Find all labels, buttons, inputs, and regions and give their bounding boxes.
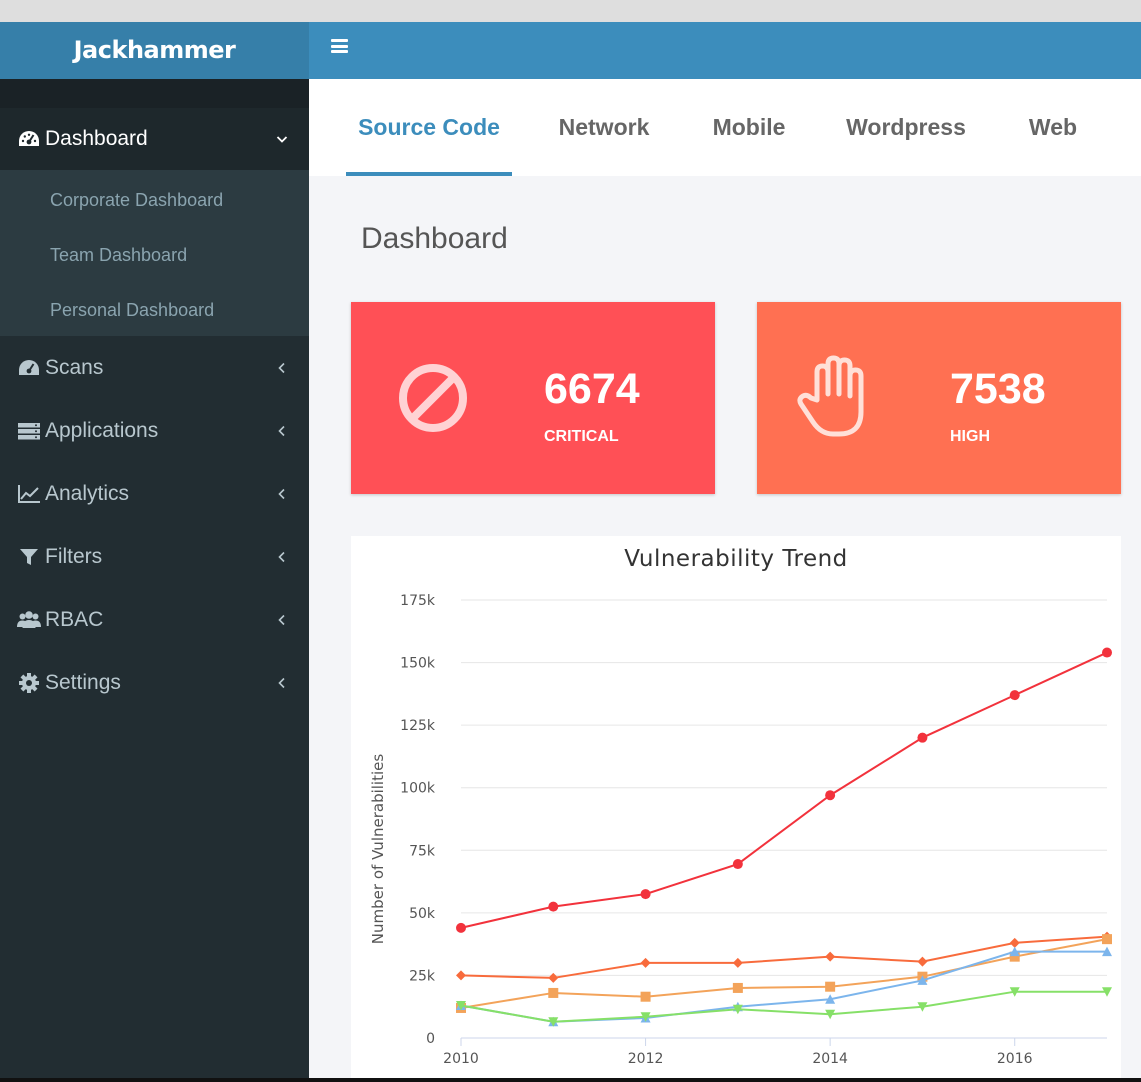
sidebar-item-applications[interactable]: Applications (0, 399, 309, 462)
data-point (732, 957, 743, 968)
y-tick-label: 50k (409, 906, 436, 922)
y-axis-label: Number of Vulnerabilities (369, 754, 387, 945)
sidebar-item-label: Settings (45, 670, 121, 694)
sidebar-item-dashboard[interactable]: Dashboard (0, 108, 309, 170)
sidebar-item-label: Filters (45, 544, 103, 568)
sidebar-item-label: Dashboard (45, 127, 148, 150)
x-tick-label: 2014 (812, 1051, 848, 1067)
high-label: HIGH (950, 428, 990, 445)
tachometer-icon (19, 359, 39, 375)
data-point (825, 951, 836, 962)
y-tick-label: 0 (426, 1031, 435, 1047)
sidebar: Jackhammer Dashboard Corporate Dashboard… (0, 22, 309, 1082)
data-point (640, 991, 651, 1002)
sidebar-item-label: Applications (45, 418, 159, 442)
high-count: 7538 (950, 365, 1046, 413)
vulnerability-trend-chart: Vulnerability Trend 0 25k 50k 75k 100k 125k 15… (351, 536, 1121, 1082)
sidebar-item-filters[interactable]: Filters (0, 525, 309, 588)
x-tick-label: 2010 (443, 1051, 479, 1067)
tab-source-code[interactable]: Source Code (346, 79, 512, 176)
critical-label: CRITICAL (544, 428, 619, 445)
chart-plot: 0 25k 50k 75k 100k 125k 150k 175k 2010 2012 2014 20… (369, 593, 1112, 1067)
tab-network[interactable]: Network (535, 79, 673, 176)
data-point (917, 956, 928, 967)
data-point (732, 859, 743, 870)
data-point (825, 790, 836, 801)
tab-mobile[interactable]: Mobile (689, 79, 809, 176)
dashboard-submenu: Corporate Dashboard Team Dashboard Perso… (0, 170, 309, 336)
tab-wordpress[interactable]: Wordpress (825, 79, 987, 176)
sidebar-item-label: Scans (45, 355, 104, 379)
y-tick-label: 125k (400, 718, 436, 734)
tab-web[interactable]: Web (1009, 79, 1097, 176)
data-point (1102, 647, 1112, 658)
data-point (1009, 690, 1020, 701)
ban-icon (399, 364, 467, 432)
sidebar-subitem-personal-dashboard[interactable]: Personal Dashboard (0, 283, 309, 338)
hamburger-menu-icon[interactable] (331, 39, 348, 53)
sidebar-item-rbac[interactable]: RBAC (0, 588, 309, 651)
chevron-down-icon (276, 136, 288, 143)
sidebar-subitem-team-dashboard[interactable]: Team Dashboard (0, 228, 309, 283)
window-top-strip (0, 0, 1141, 22)
chevron-left-icon (278, 551, 285, 562)
data-point (640, 957, 651, 968)
tachometer-icon (19, 131, 39, 146)
brand-logo[interactable]: Jackhammer (0, 22, 309, 79)
chevron-left-icon (278, 488, 285, 499)
critical-count: 6674 (544, 365, 640, 413)
data-point (640, 889, 651, 900)
high-stat-card[interactable]: 7538 HIGH (757, 302, 1121, 494)
sidebar-menu: Dashboard Corporate Dashboard Team Dashb… (0, 108, 309, 714)
critical-stat-card[interactable]: 6674 CRITICAL (351, 302, 715, 494)
y-tick-label: 25k (409, 968, 436, 984)
data-point (456, 970, 466, 981)
top-navbar (309, 22, 1141, 79)
data-point (548, 972, 559, 983)
chevron-left-icon (278, 362, 285, 373)
sidebar-item-label: Analytics (45, 481, 130, 505)
server-icon (18, 422, 40, 439)
y-tick-label: 175k (400, 593, 436, 609)
data-point (825, 981, 836, 992)
filter-icon (20, 548, 38, 565)
window-bottom-edge (0, 1078, 1141, 1082)
users-icon (17, 610, 41, 628)
data-point (1102, 934, 1112, 945)
data-point (1009, 937, 1020, 948)
x-tick-label: 2012 (628, 1051, 664, 1067)
data-point (456, 922, 466, 933)
sidebar-subitem-corporate-dashboard[interactable]: Corporate Dashboard (0, 173, 309, 228)
data-point (917, 732, 928, 743)
data-point (732, 982, 743, 993)
page-title: Dashboard (361, 222, 508, 255)
gear-icon (19, 672, 39, 693)
data-point (548, 987, 559, 998)
chevron-left-icon (278, 425, 285, 436)
sidebar-user-panel (0, 79, 309, 108)
sidebar-item-scans[interactable]: Scans (0, 336, 309, 399)
hand-stop-icon (797, 355, 864, 437)
y-tick-label: 150k (400, 656, 436, 672)
sidebar-item-label: RBAC (45, 607, 104, 631)
data-point (548, 901, 559, 912)
chevron-left-icon (278, 614, 285, 625)
sidebar-item-analytics[interactable]: Analytics (0, 462, 309, 525)
chevron-left-icon (278, 677, 285, 688)
y-tick-label: 75k (409, 843, 436, 859)
tab-bar: Source Code Network Mobile Wordpress Web (309, 79, 1141, 176)
x-tick-label: 2016 (997, 1051, 1033, 1067)
sidebar-item-settings[interactable]: Settings (0, 651, 309, 714)
y-tick-label: 100k (400, 781, 436, 797)
line-chart-icon (18, 484, 40, 503)
